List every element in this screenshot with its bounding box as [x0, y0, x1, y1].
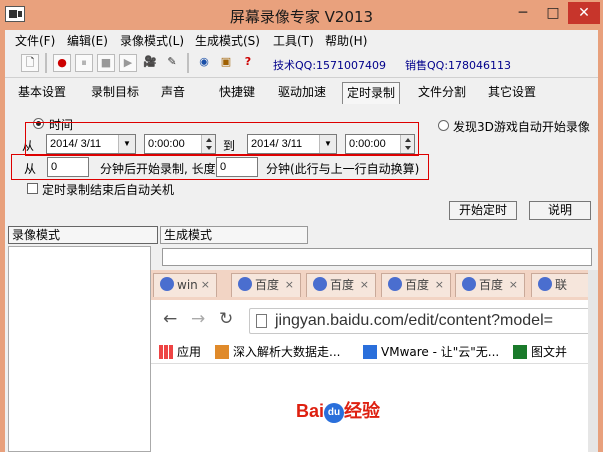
browser-tab[interactable]: 百度 ×: [455, 273, 525, 297]
close-icon[interactable]: ×: [509, 274, 518, 296]
paw-icon: [462, 277, 476, 291]
camera-icon[interactable]: 🎥: [141, 54, 159, 72]
browser-nav-row: ← → ↻ jingyan.baidu.com/edit/content?mod…: [151, 300, 589, 338]
preview-scrollbar[interactable]: [588, 270, 598, 452]
bookmark-vmware[interactable]: VMware - 让"云"无...: [363, 343, 499, 360]
timer-panel: 时间 从 2014/ 3/11 ▼ 0:00:00 到 2014/ 3/11 ▼ 0…: [5, 106, 598, 226]
new-icon[interactable]: 🗋: [21, 54, 39, 72]
settings-tabs: 基本设置 录制目标 声音 快捷键 驱动加速 定时录制 文件分割 其它设置: [5, 78, 598, 106]
vmware-icon: [363, 345, 377, 359]
tab-record-target[interactable]: 录制目标: [85, 82, 145, 104]
menu-generate-mode[interactable]: 生成模式(S): [195, 32, 260, 49]
bookmark-icon: [513, 345, 527, 359]
stop-icon[interactable]: ■: [97, 54, 115, 72]
tech-qq: 技术QQ:1571007409: [273, 59, 387, 72]
bookmarks-bar: 应用 深入解析大数据走... VMware - 让"云"无... 图文并: [151, 340, 589, 364]
browser-tab[interactable]: win ×: [153, 273, 217, 297]
maximize-button[interactable]: □: [540, 2, 566, 24]
bookmark-bigdata[interactable]: 深入解析大数据走...: [215, 343, 340, 360]
menu-file[interactable]: 文件(F): [15, 32, 55, 49]
menu-bar: 文件(F) 编辑(E) 录像模式(L) 生成模式(S) 工具(T) 帮助(H): [5, 30, 598, 50]
paw-icon: [160, 277, 174, 291]
game-detect-radio[interactable]: [438, 120, 449, 131]
menu-help[interactable]: 帮助(H): [325, 32, 367, 49]
menu-edit[interactable]: 编辑(E): [67, 32, 108, 49]
record-icon[interactable]: ●: [53, 54, 71, 72]
apps-icon: [159, 345, 173, 359]
highlight-box: [25, 122, 419, 156]
paw-icon: [388, 277, 402, 291]
bookmark-apps[interactable]: 应用: [159, 343, 201, 360]
back-icon[interactable]: ←: [163, 309, 177, 329]
toolbar-separator: [45, 53, 47, 73]
bookmark-graphic[interactable]: 图文并: [513, 343, 567, 360]
baidu-jingyan-logo: Bai du 经验: [296, 401, 381, 423]
globe-icon[interactable]: ◉: [195, 54, 213, 72]
recording-list[interactable]: [8, 246, 151, 452]
close-icon[interactable]: ×: [201, 274, 210, 296]
help-icon[interactable]: ?: [239, 54, 257, 72]
package-icon[interactable]: ▣: [217, 54, 235, 72]
browser-tab[interactable]: 百度 ×: [381, 273, 451, 297]
paw-icon: [538, 277, 552, 291]
tab-file-split[interactable]: 文件分割: [413, 82, 471, 104]
auto-shutdown-checkbox[interactable]: [27, 183, 38, 194]
minimize-button[interactable]: ─: [510, 2, 536, 24]
tab-timer-record[interactable]: 定时录制: [342, 82, 400, 104]
menu-record-mode[interactable]: 录像模式(L): [120, 32, 184, 49]
page-icon: [256, 314, 267, 328]
toolbar: 🗋 ● ⏸ ■ ▶ 🎥 ✎ ◉ ▣ ? 技术QQ:1571007409 销售QQ…: [5, 50, 598, 78]
forward-icon[interactable]: →: [191, 309, 205, 329]
lower-area: 录像模式 生成模式 win × 百度 × 百度 × 百度 × 百度 × 联 ← → ↻ j…: [5, 226, 598, 452]
tab-basic-settings[interactable]: 基本设置: [13, 82, 71, 104]
wand-icon[interactable]: ✎: [163, 54, 181, 72]
bookmark-icon: [215, 345, 229, 359]
tab-sound[interactable]: 声音: [155, 82, 191, 104]
url-bar[interactable]: jingyan.baidu.com/edit/content?model=: [249, 308, 589, 334]
tab-record-mode[interactable]: 录像模式: [8, 226, 158, 244]
auto-shutdown-label: 定时录制结束后自动关机: [42, 183, 175, 197]
reload-icon[interactable]: ↻: [219, 309, 233, 329]
sales-qq: 销售QQ:178046113: [405, 59, 512, 72]
play-icon[interactable]: ▶: [119, 54, 137, 72]
browser-tab[interactable]: 百度 ×: [306, 273, 376, 297]
menu-tools[interactable]: 工具(T): [273, 32, 314, 49]
tab-other-settings[interactable]: 其它设置: [483, 82, 541, 104]
close-icon[interactable]: ×: [285, 274, 294, 296]
tab-driver-accel[interactable]: 驱动加速: [273, 82, 331, 104]
browser-tab[interactable]: 百度 ×: [231, 273, 301, 297]
help-button[interactable]: 说明: [529, 201, 591, 220]
paw-icon: [238, 277, 252, 291]
game-detect-label: 发现3D游戏自动开始录像: [453, 120, 590, 134]
paw-icon: [313, 277, 327, 291]
tab-generate-mode[interactable]: 生成模式: [160, 226, 308, 244]
start-timer-button[interactable]: 开始定时: [449, 201, 517, 220]
pause-icon[interactable]: ⏸: [75, 54, 93, 72]
close-icon[interactable]: ×: [435, 274, 444, 296]
browser-preview: win × 百度 × 百度 × 百度 × 百度 × 联 ← → ↻ jingyan.bai…: [150, 270, 589, 452]
tab-hotkeys[interactable]: 快捷键: [213, 82, 261, 104]
preview-bar: [162, 248, 592, 266]
toolbar-separator: [187, 53, 189, 73]
close-button[interactable]: ✕: [568, 2, 600, 24]
browser-tab-strip: win × 百度 × 百度 × 百度 × 百度 × 联: [151, 270, 589, 300]
browser-tab[interactable]: 联: [531, 273, 589, 297]
title-bar: 屏幕录像专家 V2013 ─ □ ✕: [0, 0, 603, 30]
highlight-box: [11, 154, 429, 180]
close-icon[interactable]: ×: [360, 274, 369, 296]
